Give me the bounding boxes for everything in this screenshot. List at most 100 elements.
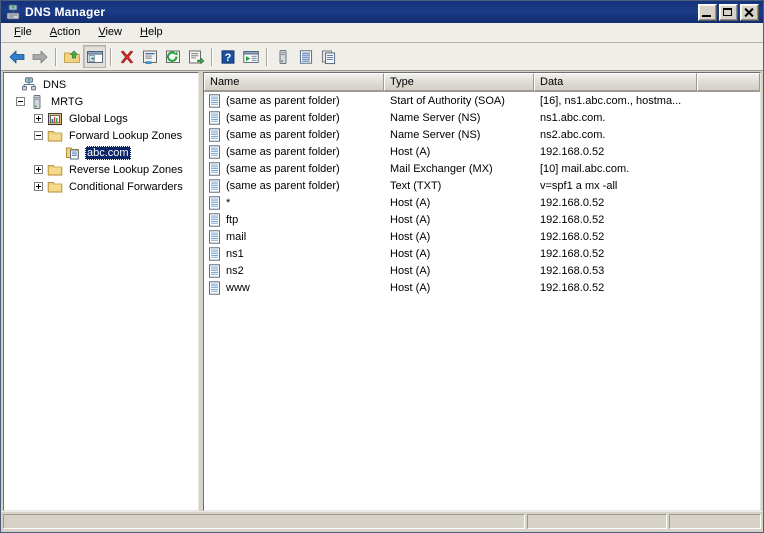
table-row[interactable]: (same as parent folder) Name Server (NS)…: [204, 126, 760, 143]
menu-help-label: H: [140, 26, 148, 38]
cell-type: Mail Exchanger (MX): [390, 162, 493, 175]
menu-help[interactable]: Help: [131, 24, 172, 41]
cell-name: www: [226, 281, 250, 294]
cell-type: Name Server (NS): [390, 128, 481, 141]
dns-manager-window: DNS Manager File Action View Help ? DNS …: [0, 0, 764, 533]
tree-node-mrtg[interactable]: MRTG: [4, 93, 198, 110]
tree-twisty-global-logs[interactable]: [34, 114, 43, 123]
close-button[interactable]: [740, 3, 759, 21]
tree-node-conditional-forwarders[interactable]: Conditional Forwarders: [4, 178, 198, 195]
table-row[interactable]: (same as parent folder) Mail Exchanger (…: [204, 160, 760, 177]
dns-record-icon: [208, 246, 222, 261]
show-hide-console-tree-icon[interactable]: [83, 45, 106, 68]
console-tree-pane[interactable]: DNS MRTG Global Logs Forward Lookup Zone…: [3, 72, 199, 511]
tree-node-dns[interactable]: DNS: [4, 76, 198, 93]
column-header-name[interactable]: Name: [204, 73, 384, 91]
cell-type: Host (A): [390, 264, 431, 277]
table-row[interactable]: ftp Host (A) 192.168.0.52: [204, 211, 760, 228]
tree-label-mrtg: MRTG: [51, 95, 84, 108]
cell-name: mail: [226, 230, 247, 243]
back-icon[interactable]: [5, 45, 28, 68]
menu-help-rest: elp: [147, 26, 163, 38]
tree-twisty-reverse-lookup-zones[interactable]: [34, 165, 43, 174]
cell-name: (same as parent folder): [226, 128, 340, 141]
toolbar-separator-4: [266, 47, 267, 66]
cell-data: ns2.abc.com.: [540, 128, 606, 141]
svg-text:?: ?: [224, 52, 231, 64]
table-row[interactable]: ns2 Host (A) 192.168.0.53: [204, 262, 760, 279]
cell-name: (same as parent folder): [226, 179, 340, 192]
table-row[interactable]: (same as parent folder) Host (A) 192.168…: [204, 143, 760, 160]
records-list: (same as parent folder) Start of Authori…: [204, 92, 760, 510]
menu-view-rest: iew: [105, 26, 122, 38]
menu-action-label: A: [49, 26, 58, 38]
tree-twisty-mrtg[interactable]: [16, 97, 25, 106]
zone-icon: [65, 145, 81, 161]
menu-action[interactable]: Action: [41, 24, 90, 41]
global-logs-icon: [47, 111, 63, 127]
up-one-level-folder-icon[interactable]: [60, 45, 83, 68]
cell-name: (same as parent folder): [226, 162, 340, 175]
cell-name: *: [226, 196, 231, 209]
menu-view[interactable]: View: [89, 24, 131, 41]
dns-record-icon: [208, 144, 222, 159]
tree-label-forward-lookup-zones: Forward Lookup Zones: [69, 129, 183, 142]
window-controls: [698, 3, 761, 21]
tree-node-reverse-lookup-zones[interactable]: Reverse Lookup Zones: [4, 161, 198, 178]
maximize-button[interactable]: [719, 3, 738, 21]
tree-node-global-logs[interactable]: Global Logs: [4, 110, 198, 127]
dns-record-icon: [208, 229, 222, 244]
dns-server-icon: [5, 4, 21, 20]
cell-type: Host (A): [390, 281, 431, 294]
table-row[interactable]: * Host (A) 192.168.0.52: [204, 194, 760, 211]
tree-twisty-dns: [8, 80, 17, 89]
delete-icon[interactable]: [115, 45, 138, 68]
content-area: DNS MRTG Global Logs Forward Lookup Zone…: [1, 71, 763, 511]
tree-label-reverse-lookup-zones: Reverse Lookup Zones: [69, 163, 183, 176]
column-header-type[interactable]: Type: [384, 73, 534, 91]
minimize-button[interactable]: [698, 3, 717, 21]
dns-record-icon: [208, 263, 222, 278]
records-list-pane[interactable]: Name Type Data (same as parent folder) S…: [203, 72, 761, 511]
status-pane-secondary: [527, 514, 667, 529]
tree-node-abc-com[interactable]: abc.com: [4, 144, 198, 161]
tree-node-forward-lookup-zones[interactable]: Forward Lookup Zones: [4, 127, 198, 144]
cell-data: 192.168.0.52: [540, 145, 605, 158]
column-header-blank[interactable]: [697, 73, 760, 91]
table-row[interactable]: (same as parent folder) Start of Authori…: [204, 92, 760, 109]
cell-name: (same as parent folder): [226, 94, 340, 107]
forward-icon[interactable]: [28, 45, 51, 68]
tree-twisty-forward-lookup-zones[interactable]: [34, 131, 43, 140]
table-row[interactable]: (same as parent folder) Text (TXT) v=spf…: [204, 177, 760, 194]
menu-file[interactable]: File: [5, 24, 41, 41]
cell-data: 192.168.0.52: [540, 281, 605, 294]
dns-record-icon: [208, 127, 222, 142]
run-icon[interactable]: [239, 45, 262, 68]
refresh-icon[interactable]: [161, 45, 184, 68]
cell-data: ns1.abc.com.: [540, 111, 606, 124]
server-icon[interactable]: [271, 45, 294, 68]
toolbar: ?: [1, 43, 763, 71]
menu-bar: File Action View Help: [1, 23, 763, 43]
status-pane-main: [3, 514, 525, 529]
toolbar-separator-3: [211, 47, 212, 66]
properties-icon[interactable]: [138, 45, 161, 68]
new-zone-icon[interactable]: [294, 45, 317, 68]
cell-name: (same as parent folder): [226, 111, 340, 124]
column-header-data[interactable]: Data: [534, 73, 697, 91]
dns-record-icon: [208, 280, 222, 295]
tree-label-abc-com: abc.com: [85, 145, 131, 160]
list-header: Name Type Data: [204, 73, 760, 92]
table-row[interactable]: ns1 Host (A) 192.168.0.52: [204, 245, 760, 262]
table-row[interactable]: www Host (A) 192.168.0.52: [204, 279, 760, 296]
table-row[interactable]: mail Host (A) 192.168.0.52: [204, 228, 760, 245]
cell-type: Text (TXT): [390, 179, 442, 192]
help-icon[interactable]: ?: [216, 45, 239, 68]
export-list-icon[interactable]: [184, 45, 207, 68]
dns-record-icon: [208, 110, 222, 125]
copy-icon[interactable]: [317, 45, 340, 68]
table-row[interactable]: (same as parent folder) Name Server (NS)…: [204, 109, 760, 126]
tree-label-global-logs: Global Logs: [69, 112, 128, 125]
title-bar: DNS Manager: [1, 1, 763, 23]
tree-twisty-conditional-forwarders[interactable]: [34, 182, 43, 191]
